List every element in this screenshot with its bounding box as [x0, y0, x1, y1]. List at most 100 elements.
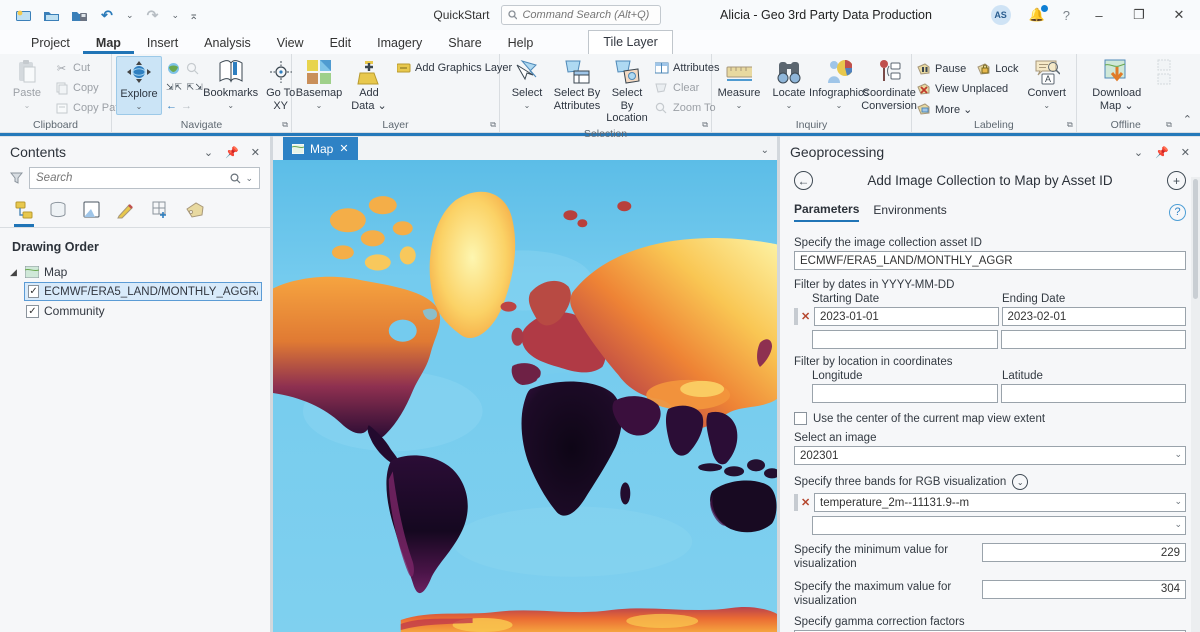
max-value-input[interactable] — [982, 580, 1186, 599]
expander-icon[interactable]: ◢ — [10, 267, 20, 278]
add-data-button[interactable]: Add Data ⌄ — [346, 56, 392, 115]
paste-button[interactable]: Paste ⌄ — [4, 56, 50, 113]
clear-button[interactable]: Clear — [654, 79, 719, 97]
tab-imagery[interactable]: Imagery — [364, 30, 435, 54]
view-unplaced-button[interactable]: View Unplaced — [916, 80, 1018, 98]
help-icon[interactable]: ? — [1063, 8, 1070, 23]
navigate-launcher-icon[interactable]: ⧉ — [282, 120, 288, 130]
lock-labeling-button[interactable]: Lock — [976, 60, 1018, 78]
selection-launcher-icon[interactable]: ⧉ — [702, 120, 708, 130]
undo-icon[interactable]: ↶ — [98, 7, 116, 23]
convert-labels-button[interactable]: A Convert ⌄ — [1022, 56, 1071, 113]
attributes-button[interactable]: Attributes — [654, 59, 719, 77]
contents-pin-icon[interactable]: 📌 — [225, 146, 239, 159]
redo-dropdown-icon[interactable]: ⌄ — [172, 10, 180, 21]
tree-item-community[interactable]: ✓ Community — [24, 301, 262, 321]
quickstart-label[interactable]: QuickStart — [433, 8, 489, 22]
command-search-input[interactable] — [522, 9, 654, 21]
filter-funnel-icon[interactable] — [10, 172, 23, 184]
community-checkbox[interactable]: ✓ — [26, 305, 39, 318]
contents-search[interactable]: ⌄ — [29, 167, 260, 189]
collapse-ribbon-icon[interactable]: ⌃ — [1175, 54, 1200, 132]
zoom-extent-buttons[interactable]: ⇲⇱ ⇱⇲ — [166, 78, 204, 96]
tool-help-icon[interactable]: ? — [1169, 204, 1186, 221]
tab-analysis[interactable]: Analysis — [191, 30, 264, 54]
map-tab-close-icon[interactable]: ✕ — [339, 142, 348, 155]
band-dropdown[interactable]: temperature_2m--11131.9--m ⌄ — [814, 493, 1186, 512]
map-extent-checkbox[interactable] — [794, 412, 807, 425]
bands-collapse-icon[interactable]: ⌄ — [1012, 474, 1028, 490]
offline-tool2-icon[interactable] — [1157, 73, 1171, 85]
tab-insert[interactable]: Insert — [134, 30, 191, 54]
map-canvas[interactable] — [273, 160, 777, 632]
labeling-launcher-icon[interactable]: ⧉ — [1067, 120, 1073, 130]
basemap-button[interactable]: Basemap ⌄ — [296, 56, 342, 113]
ending-date-input-empty[interactable] — [1001, 330, 1187, 349]
bookmarks-button[interactable]: Bookmarks ⌄ — [208, 56, 254, 113]
tab-tile-layer[interactable]: Tile Layer — [588, 30, 672, 54]
tab-edit[interactable]: Edit — [317, 30, 365, 54]
close-button[interactable]: ✕ — [1168, 7, 1190, 23]
download-map-button[interactable]: Download Map ⌄ — [1081, 56, 1153, 115]
tab-data-source-icon[interactable] — [48, 201, 68, 227]
add-to-model-button[interactable]: + — [1167, 171, 1186, 190]
tab-parameters[interactable]: Parameters — [794, 202, 859, 222]
geoprocessing-scrollbar[interactable] — [1191, 177, 1200, 632]
geoprocessing-close-icon[interactable]: ✕ — [1181, 146, 1190, 159]
geoprocessing-pin-icon[interactable]: 📌 — [1155, 146, 1169, 159]
tab-list-chevron-icon[interactable]: ⌄ — [761, 145, 769, 156]
redo-icon[interactable]: ↷ — [144, 7, 162, 23]
tab-share[interactable]: Share — [435, 30, 494, 54]
new-project-icon[interactable] — [14, 7, 32, 23]
locate-button[interactable]: Locate ⌄ — [766, 56, 812, 113]
contents-collapse-icon[interactable]: ⌄ — [204, 146, 213, 159]
band-remove-icon[interactable]: ✕ — [801, 496, 811, 509]
notifications-bell-icon[interactable]: 🔔 — [1029, 7, 1045, 23]
previous-next-extent[interactable]: ←→ — [166, 97, 204, 115]
tab-snapping-icon[interactable] — [150, 201, 170, 227]
offline-launcher-icon[interactable]: ⧉ — [1166, 120, 1172, 130]
band-drag-handle[interactable] — [794, 494, 798, 511]
tab-selection-icon[interactable] — [82, 201, 102, 227]
tab-editing-icon[interactable] — [116, 201, 136, 227]
tree-item-layer-selected[interactable]: ✓ ECMWF/ERA5_LAND/MONTHLY_AGGR/20230... — [24, 282, 262, 301]
remove-row-icon[interactable]: ✕ — [801, 310, 811, 323]
select-by-location-button[interactable]: Select By Location — [604, 56, 650, 128]
tab-environments[interactable]: Environments — [873, 203, 946, 221]
back-button[interactable]: ← — [794, 171, 813, 190]
undo-dropdown-icon[interactable]: ⌄ — [126, 10, 134, 21]
zoom-to-button[interactable]: Zoom To — [654, 99, 719, 117]
explore-button[interactable]: Explore ⌄ — [116, 56, 162, 115]
select-image-dropdown[interactable]: 202301 ⌄ — [794, 446, 1186, 465]
contents-search-input[interactable] — [36, 172, 226, 184]
map-document-tab[interactable]: Map ✕ — [283, 137, 358, 160]
tab-help[interactable]: Help — [495, 30, 547, 54]
tab-map[interactable]: Map — [83, 30, 134, 54]
measure-button[interactable]: Measure ⌄ — [716, 56, 762, 113]
tab-view[interactable]: View — [264, 30, 317, 54]
asset-id-input[interactable] — [794, 251, 1186, 270]
select-by-attributes-button[interactable]: Select By Attributes — [554, 56, 600, 115]
starting-date-input[interactable] — [814, 307, 999, 326]
min-value-input[interactable] — [982, 543, 1186, 562]
layer-checkbox[interactable]: ✓ — [28, 285, 39, 298]
more-labeling-button[interactable]: More ⌄ — [916, 100, 1018, 118]
pause-labeling-button[interactable]: Pause — [916, 60, 966, 78]
select-button[interactable]: Select ⌄ — [504, 56, 550, 113]
contents-search-dropdown-icon[interactable]: ⌄ — [245, 173, 253, 184]
ending-date-input[interactable] — [1002, 307, 1187, 326]
offline-tool-icon[interactable] — [1157, 59, 1171, 71]
tab-project[interactable]: Project — [18, 30, 83, 54]
maximize-button[interactable]: ❐ — [1128, 7, 1150, 23]
command-search[interactable] — [501, 5, 661, 25]
row-drag-handle[interactable] — [794, 308, 798, 325]
tab-labeling-icon[interactable] — [184, 201, 206, 227]
coordinate-conversion-button[interactable]: Coordinate Conversion — [866, 56, 912, 115]
infographics-button[interactable]: Infographics ⌄ — [816, 56, 862, 113]
full-extent-button[interactable] — [166, 59, 204, 77]
band-dropdown-empty[interactable]: ⌄ — [812, 516, 1186, 535]
tree-item-map[interactable]: ◢ Map — [8, 262, 262, 282]
customize-toolbar-icon[interactable]: ⌅ — [189, 9, 198, 22]
starting-date-input-empty[interactable] — [812, 330, 998, 349]
add-graphics-layer-button[interactable]: Add Graphics Layer — [396, 59, 512, 77]
